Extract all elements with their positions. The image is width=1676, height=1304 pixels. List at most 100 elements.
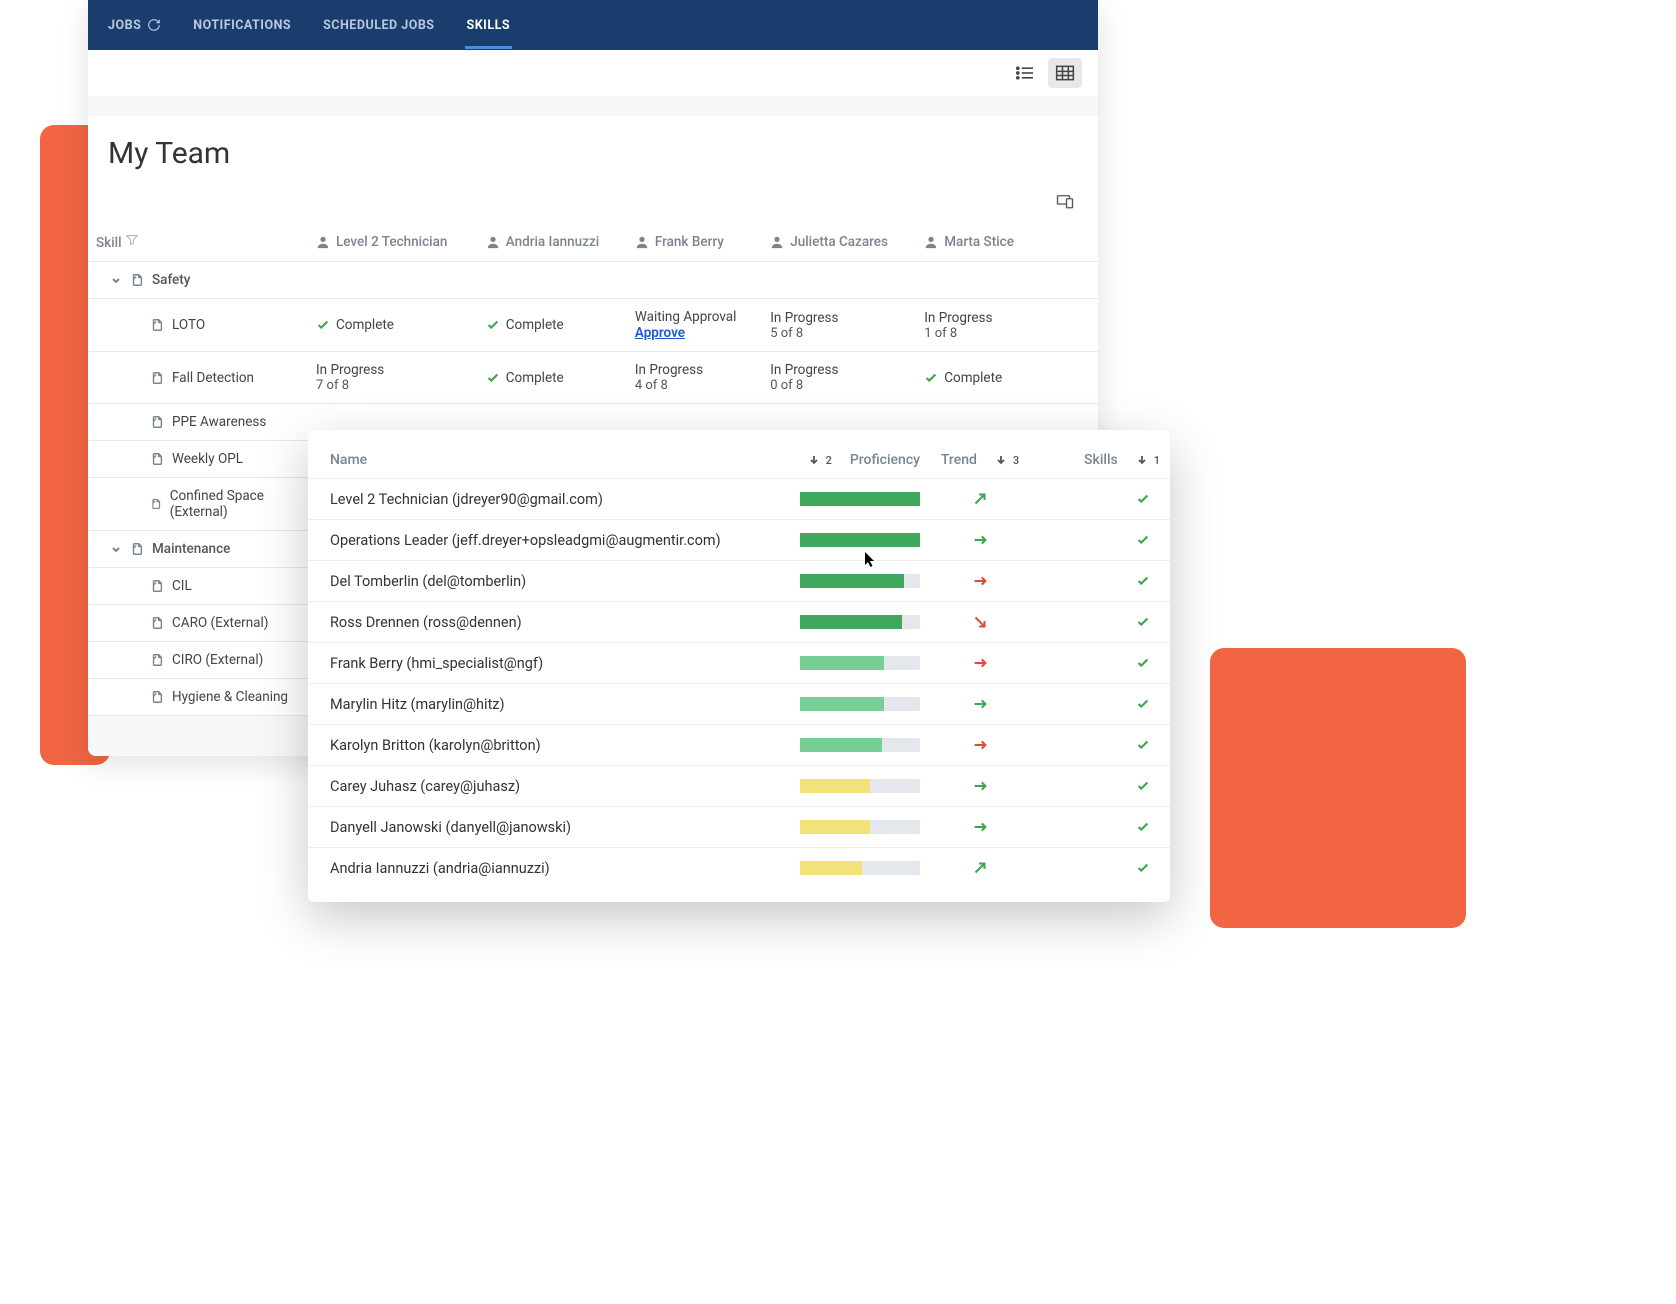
skill-row[interactable]: Fall Detection In Progress 7 of 8 Complete I… [88,352,1098,404]
proficiency-bar [800,615,920,629]
skill-name: Fall Detection [172,370,254,386]
proficiency-bar [800,574,920,588]
status-progress-count: 7 of 8 [316,378,470,393]
header-label: Level 2 Technician [336,234,447,250]
document-icon [130,273,144,287]
status-progress-count: 1 of 8 [924,326,1030,341]
team-member-row[interactable]: Frank Berry (hmi_specialist@ngf) [308,642,1170,683]
skill-name: Confined Space (External) [170,488,300,520]
nav-item-notifications[interactable]: NOTIFICATIONS [191,2,293,49]
refresh-icon [147,18,161,32]
decor-block-right [1210,648,1466,928]
skill-name: LOTO [172,317,205,333]
grid-view-button[interactable] [1048,58,1082,88]
page-title: My Team [88,116,1098,179]
chevron-down-icon [110,274,122,286]
document-icon [150,371,164,385]
check-icon [1136,656,1150,670]
column-header-trend[interactable]: Trend 3 [920,452,1040,468]
check-icon [1136,615,1150,629]
column-header-skill[interactable]: Skill [88,223,308,262]
team-member-row[interactable]: Ross Drennen (ross@dennen) [308,601,1170,642]
team-member-row[interactable]: Andria Iannuzzi (andria@iannuzzi) [308,847,1170,888]
column-header-proficiency[interactable]: 2 Proficiency [760,452,920,468]
trend-flat-icon [971,654,989,672]
team-member-row[interactable]: Marylin Hitz (marylin@hitz) [308,683,1170,724]
chevron-down-icon [110,543,122,555]
trend-down-icon [971,613,989,631]
devices-icon[interactable] [1056,193,1074,209]
team-member-row[interactable]: Danyell Janowski (danyell@janowski) [308,806,1170,847]
proficiency-bar [800,697,920,711]
member-name: Karolyn Britton (karolyn@britton) [330,737,760,754]
trend-flat-icon [971,531,989,549]
member-name: Marylin Hitz (marylin@hitz) [330,696,760,713]
document-icon [150,452,164,466]
team-member-row[interactable]: Operations Leader (jeff.dreyer+opsleadgm… [308,519,1170,560]
status-complete: Complete [486,317,619,333]
check-icon [1136,574,1150,588]
status-in-progress: In Progress [770,362,908,378]
sort-down-icon [808,454,820,466]
skill-name: CARO (External) [172,615,268,631]
proficiency-bar [800,861,920,875]
member-name: Carey Juhasz (carey@juhasz) [330,778,760,795]
skill-name: CIRO (External) [172,652,263,668]
list-icon [1015,65,1035,81]
document-icon [150,579,164,593]
column-header-person[interactable]: Julietta Cazares [762,223,916,262]
approve-link[interactable]: Approve [635,325,685,341]
check-icon [1136,492,1150,506]
check-icon [1136,820,1150,834]
trend-flat-icon [971,777,989,795]
status-progress-count: 0 of 8 [770,378,908,393]
header-label: Name [330,452,367,468]
column-header-person[interactable]: Level 2 Technician [308,223,478,262]
status-complete: Complete [316,317,470,333]
document-icon [150,318,164,332]
check-icon [1136,533,1150,547]
person-icon [635,235,649,249]
trend-flat-icon [971,572,989,590]
nav-label: SKILLS [467,18,511,33]
skill-name: Hygiene & Cleaning [172,689,288,705]
status-complete: Complete [924,370,1030,386]
status-in-progress: In Progress [635,362,754,378]
status-in-progress: In Progress [770,310,908,326]
sort-down-icon [995,454,1007,466]
member-name: Andria Iannuzzi (andria@iannuzzi) [330,860,760,877]
team-member-row[interactable]: Del Tomberlin (del@tomberlin) [308,560,1170,601]
skill-name: PPE Awareness [172,414,266,430]
cursor-icon [865,552,877,568]
person-icon [486,235,500,249]
nav-item-skills[interactable]: SKILLS [465,2,513,49]
category-row[interactable]: Safety [88,262,1098,299]
trend-flat-icon [971,818,989,836]
nav-label: NOTIFICATIONS [193,18,291,33]
team-proficiency-panel: Name 2 Proficiency Trend 3 Skills 1 Leve… [308,430,1170,902]
sort-priority: 2 [826,454,832,467]
trend-up-icon [971,859,989,877]
header-label: Proficiency [850,452,920,468]
table-toolbar [88,179,1098,223]
column-header-person[interactable]: Andria Iannuzzi [478,223,627,262]
check-icon [1136,697,1150,711]
nav-item-scheduled-jobs[interactable]: SCHEDULED JOBS [321,2,436,49]
status-complete: Complete [486,370,619,386]
team-member-row[interactable]: Karolyn Britton (karolyn@britton) [308,724,1170,765]
list-view-button[interactable] [1008,58,1042,88]
team-member-row[interactable]: Carey Juhasz (carey@juhasz) [308,765,1170,806]
member-name: Frank Berry (hmi_specialist@ngf) [330,655,760,672]
sort-priority: 1 [1154,454,1160,467]
skill-row[interactable]: LOTOCompleteCompleteWaiting ApprovalAppr… [88,299,1098,352]
column-header-skills[interactable]: Skills 1 [1040,452,1160,468]
sort-priority: 3 [1013,454,1019,467]
trend-up-icon [971,490,989,508]
trend-flat-icon [971,736,989,754]
nav-item-jobs[interactable]: JOBS [106,2,163,49]
column-header-name[interactable]: Name [330,452,760,468]
column-header-person[interactable]: Frank Berry [627,223,762,262]
status-in-progress: In Progress [924,310,1030,326]
team-member-row[interactable]: Level 2 Technician (jdreyer90@gmail.com) [308,478,1170,519]
column-header-person[interactable]: Marta Stice [916,223,1038,262]
